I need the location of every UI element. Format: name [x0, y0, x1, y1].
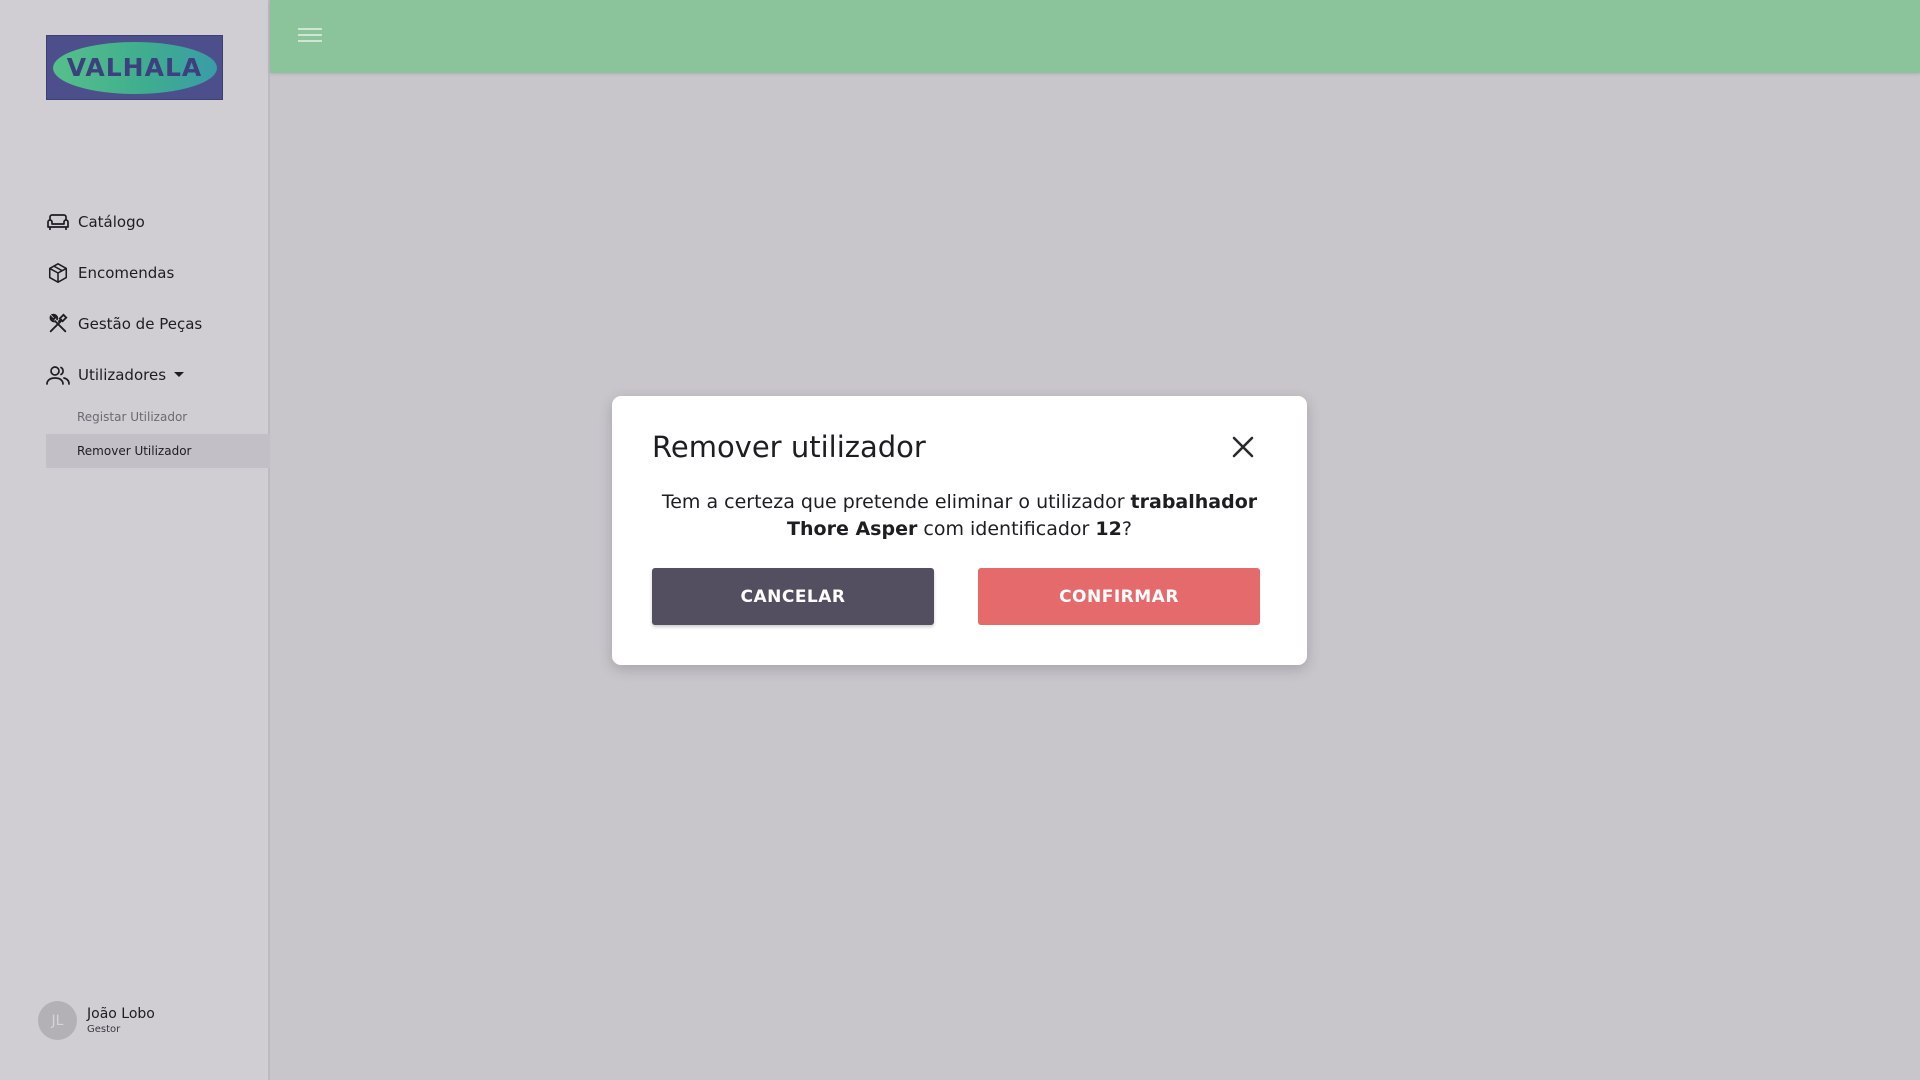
confirm-button[interactable]: CONFIRMAR — [978, 568, 1260, 625]
sidebar-item-encomendas[interactable]: Encomendas — [46, 247, 270, 298]
cancel-button[interactable]: CANCELAR — [652, 568, 934, 625]
sidebar-subitem-registar-utilizador[interactable]: Registar Utilizador — [46, 400, 270, 434]
logo-text: VALHALA — [66, 53, 203, 82]
user-id: 12 — [1095, 518, 1122, 540]
package-icon — [46, 261, 70, 285]
sidebar-subitem-label: Remover Utilizador — [77, 444, 192, 458]
message-middle: com identificador — [917, 518, 1096, 540]
dialog-message: Tem a certeza que pretende eliminar o ut… — [652, 489, 1267, 543]
sidebar-item-gestao-pecas[interactable]: Gestão de Peças — [46, 298, 270, 349]
user-profile[interactable]: JL João Lobo Gestor — [38, 1001, 155, 1040]
sidebar-item-label: Encomendas — [78, 263, 175, 282]
top-bar — [270, 0, 1920, 73]
avatar: JL — [38, 1001, 77, 1040]
remove-user-dialog: Remover utilizador Tem a certeza que pre… — [612, 396, 1307, 665]
sidebar-subitem-label: Registar Utilizador — [77, 410, 188, 424]
sidebar-nav: Catálogo Encomendas Gestão de Peças Util… — [46, 196, 270, 468]
tools-icon — [46, 312, 70, 336]
message-suffix: ? — [1121, 518, 1132, 540]
sidebar-item-catalogo[interactable]: Catálogo — [46, 196, 270, 247]
caret-down-icon — [174, 372, 185, 377]
user-info: João Lobo Gestor — [87, 1006, 155, 1035]
sidebar-item-label: Catálogo — [78, 212, 145, 231]
sidebar-item-label: Gestão de Peças — [78, 314, 203, 333]
sidebar-subitem-remover-utilizador[interactable]: Remover Utilizador — [46, 434, 270, 468]
dialog-title: Remover utilizador — [652, 430, 926, 464]
message-prefix: Tem a certeza que pretende eliminar o ut… — [661, 491, 1131, 513]
sidebar-item-utilizadores[interactable]: Utilizadores — [46, 349, 270, 400]
sidebar-item-label: Utilizadores — [78, 365, 167, 384]
close-icon[interactable] — [1230, 434, 1256, 460]
users-icon — [46, 363, 70, 387]
valhala-logo[interactable]: VALHALA — [46, 35, 223, 100]
hamburger-menu-icon[interactable] — [298, 25, 322, 47]
user-name: João Lobo — [87, 1006, 155, 1022]
sidebar: VALHALA Catálogo Encomendas Gestão de Pe… — [0, 0, 270, 1080]
sofa-icon — [46, 210, 70, 234]
user-role: Gestor — [87, 1024, 121, 1035]
logo-ellipse: VALHALA — [52, 41, 217, 94]
